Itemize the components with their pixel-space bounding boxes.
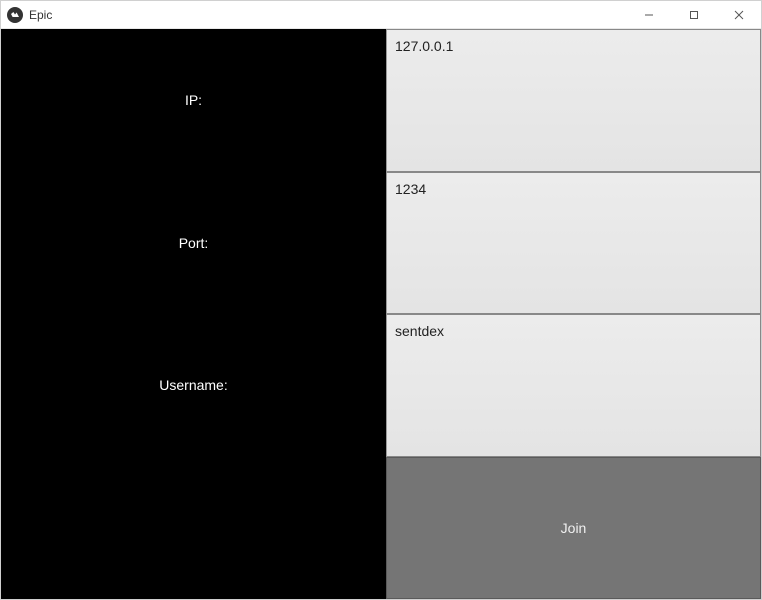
app-window: Epic IP: Port: Username: Join (0, 0, 762, 600)
close-button[interactable] (716, 1, 761, 28)
app-icon (7, 7, 23, 23)
ip-label: IP: (1, 29, 386, 172)
minimize-button[interactable] (626, 1, 671, 28)
username-input-cell (386, 314, 761, 457)
maximize-button[interactable] (671, 1, 716, 28)
join-cell: Join (386, 457, 761, 600)
minimize-icon (644, 10, 654, 20)
ip-input[interactable] (387, 30, 760, 171)
titlebar: Epic (1, 1, 761, 29)
port-input-cell (386, 172, 761, 315)
window-title: Epic (29, 8, 52, 22)
port-label: Port: (1, 172, 386, 315)
username-input[interactable] (387, 315, 760, 456)
close-icon (734, 10, 744, 20)
window-controls (626, 1, 761, 28)
form-grid: IP: Port: Username: Join (1, 29, 761, 599)
maximize-icon (689, 10, 699, 20)
join-button[interactable]: Join (386, 457, 761, 600)
ip-input-cell (386, 29, 761, 172)
username-label: Username: (1, 314, 386, 457)
empty-cell (1, 457, 386, 600)
port-input[interactable] (387, 173, 760, 314)
